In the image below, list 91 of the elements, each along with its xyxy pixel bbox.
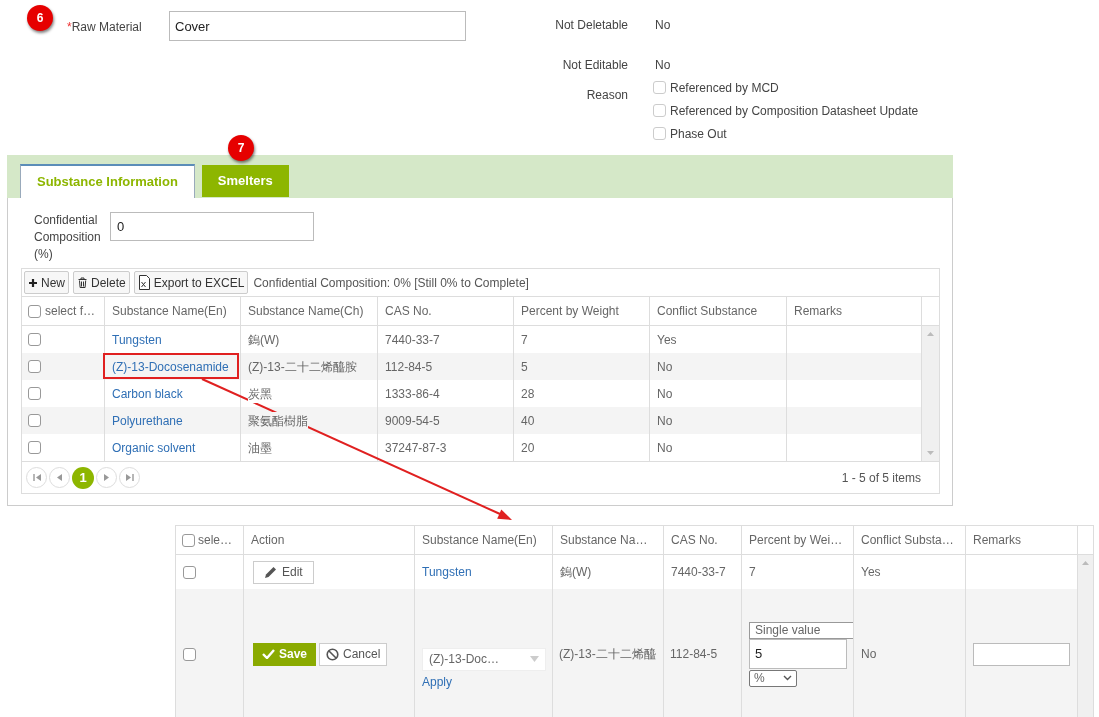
column-header: select f… xyxy=(45,303,95,320)
plus-icon xyxy=(28,277,38,288)
last-page-icon xyxy=(125,474,134,481)
table-cell-text: (Z)-13-二十二烯醯 xyxy=(559,646,656,663)
table-cell-text: 鎢(W) xyxy=(560,564,592,581)
toolbar-button[interactable]: Delete xyxy=(73,271,130,294)
apply-link[interactable]: Apply xyxy=(422,672,453,691)
column-header: Substance Na… xyxy=(560,532,648,549)
scroll-up-icon xyxy=(1082,561,1089,565)
substance-link[interactable]: Tungsten xyxy=(112,330,162,349)
substance-link[interactable]: Organic solvent xyxy=(112,438,196,457)
required-mark: * xyxy=(67,20,72,34)
checkbox-label: Referenced by MCD xyxy=(670,79,779,97)
table-cell-text: 7 xyxy=(749,564,756,581)
column-header: Percent by Wei… xyxy=(749,532,843,549)
field-label: Not Deletable xyxy=(554,18,628,32)
last-page-button[interactable] xyxy=(119,467,140,488)
checkbox[interactable] xyxy=(182,533,195,547)
column-header: Conflict Substa… xyxy=(861,532,954,549)
column-header: Substance Name(En) xyxy=(422,532,537,549)
spreadsheet-file-icon xyxy=(137,275,151,290)
column-header: sele… xyxy=(198,532,232,549)
checkbox[interactable] xyxy=(653,104,666,117)
unit-dropdown[interactable]: % xyxy=(749,669,797,687)
column-header: CAS No. xyxy=(671,532,718,549)
check-icon xyxy=(262,649,275,659)
field-value: No xyxy=(655,58,671,72)
step-badge: 7 xyxy=(228,135,254,161)
remarks-field[interactable] xyxy=(973,642,1070,666)
column-header: Substance Name(Ch) xyxy=(248,303,364,320)
next-page-button[interactable] xyxy=(96,467,117,488)
column-header: Action xyxy=(251,532,285,549)
substance-link[interactable]: Tungsten xyxy=(422,563,472,581)
checkbox[interactable] xyxy=(183,565,196,579)
cancel-icon xyxy=(326,647,340,661)
checkbox[interactable] xyxy=(653,127,666,140)
label-text: Raw Material xyxy=(71,20,142,34)
scroll-down-icon xyxy=(927,451,934,455)
table-cell-text: 112-84-5 xyxy=(670,646,718,663)
column-header: Conflict Substance xyxy=(657,303,758,320)
trash-icon xyxy=(77,276,88,289)
summary-text: Confidential Composition: 0% [Still 0% to Complete] xyxy=(253,274,529,292)
substance-link[interactable]: (Z)-13-Docosenamide xyxy=(112,357,229,376)
step-badge: 6 xyxy=(27,5,53,31)
first-page-button[interactable] xyxy=(26,467,47,488)
pencil-icon xyxy=(264,565,277,579)
checkbox[interactable] xyxy=(28,304,41,318)
previous-page-button[interactable] xyxy=(49,467,70,488)
checkbox-label: Phase Out xyxy=(670,125,727,143)
next-icon xyxy=(104,474,109,481)
column-header: Remarks xyxy=(794,303,842,320)
checkbox[interactable] xyxy=(28,360,41,373)
table-cell: (Z)-13-二十二烯醯胺 xyxy=(248,357,357,376)
scrollbar[interactable] xyxy=(922,326,939,461)
checkbox[interactable] xyxy=(28,333,41,346)
number-field[interactable]: 5 xyxy=(749,638,847,669)
table-cell-text: No xyxy=(861,646,877,663)
substance-dropdown[interactable]: (Z)-13-Doc… xyxy=(422,647,546,671)
table-cell: 聚氨酯樹脂 xyxy=(248,411,308,430)
column-header: CAS No. xyxy=(385,303,432,320)
mode-dropdown[interactable]: Single value xyxy=(749,621,853,639)
checkbox[interactable] xyxy=(653,81,666,94)
column-header: Substance Name(En) xyxy=(112,303,227,320)
field-label: Reason xyxy=(585,87,628,102)
checkbox-label: Referenced by Composition Datasheet Update xyxy=(670,102,919,120)
column-header: Remarks xyxy=(973,532,1021,549)
field-value: No xyxy=(655,18,671,32)
table-cell-text: Yes xyxy=(861,564,881,581)
caret-icon xyxy=(530,656,539,662)
substance-link[interactable]: Carbon black xyxy=(112,384,183,403)
table-cell-text: 7440-33-7 xyxy=(671,564,726,581)
toolbar-button[interactable]: Export to EXCEL xyxy=(133,271,249,294)
checkbox[interactable] xyxy=(183,647,196,661)
field-label: Confidential Composition (%) xyxy=(34,212,102,263)
text-field[interactable]: Cover xyxy=(169,11,466,41)
checkbox[interactable] xyxy=(28,441,41,454)
cancel-button[interactable]: Cancel xyxy=(319,642,388,666)
previous-icon xyxy=(57,474,62,481)
pager-summary: 1 - 5 of 5 items xyxy=(841,469,921,487)
first-page-icon xyxy=(32,474,41,481)
substance-link[interactable]: Polyurethane xyxy=(112,411,183,430)
field-label: Not Editable xyxy=(561,58,628,72)
toolbar-button[interactable]: New xyxy=(24,271,69,294)
scrollbar[interactable] xyxy=(1078,555,1093,717)
checkbox[interactable] xyxy=(28,414,41,427)
checkbox[interactable] xyxy=(28,387,41,400)
edit-button[interactable]: Edit xyxy=(253,560,314,584)
scroll-up-icon xyxy=(927,332,934,336)
chevron-down-icon xyxy=(783,675,792,681)
text-field[interactable]: 0 xyxy=(110,212,314,241)
column-header: Percent by Weight xyxy=(521,303,619,320)
